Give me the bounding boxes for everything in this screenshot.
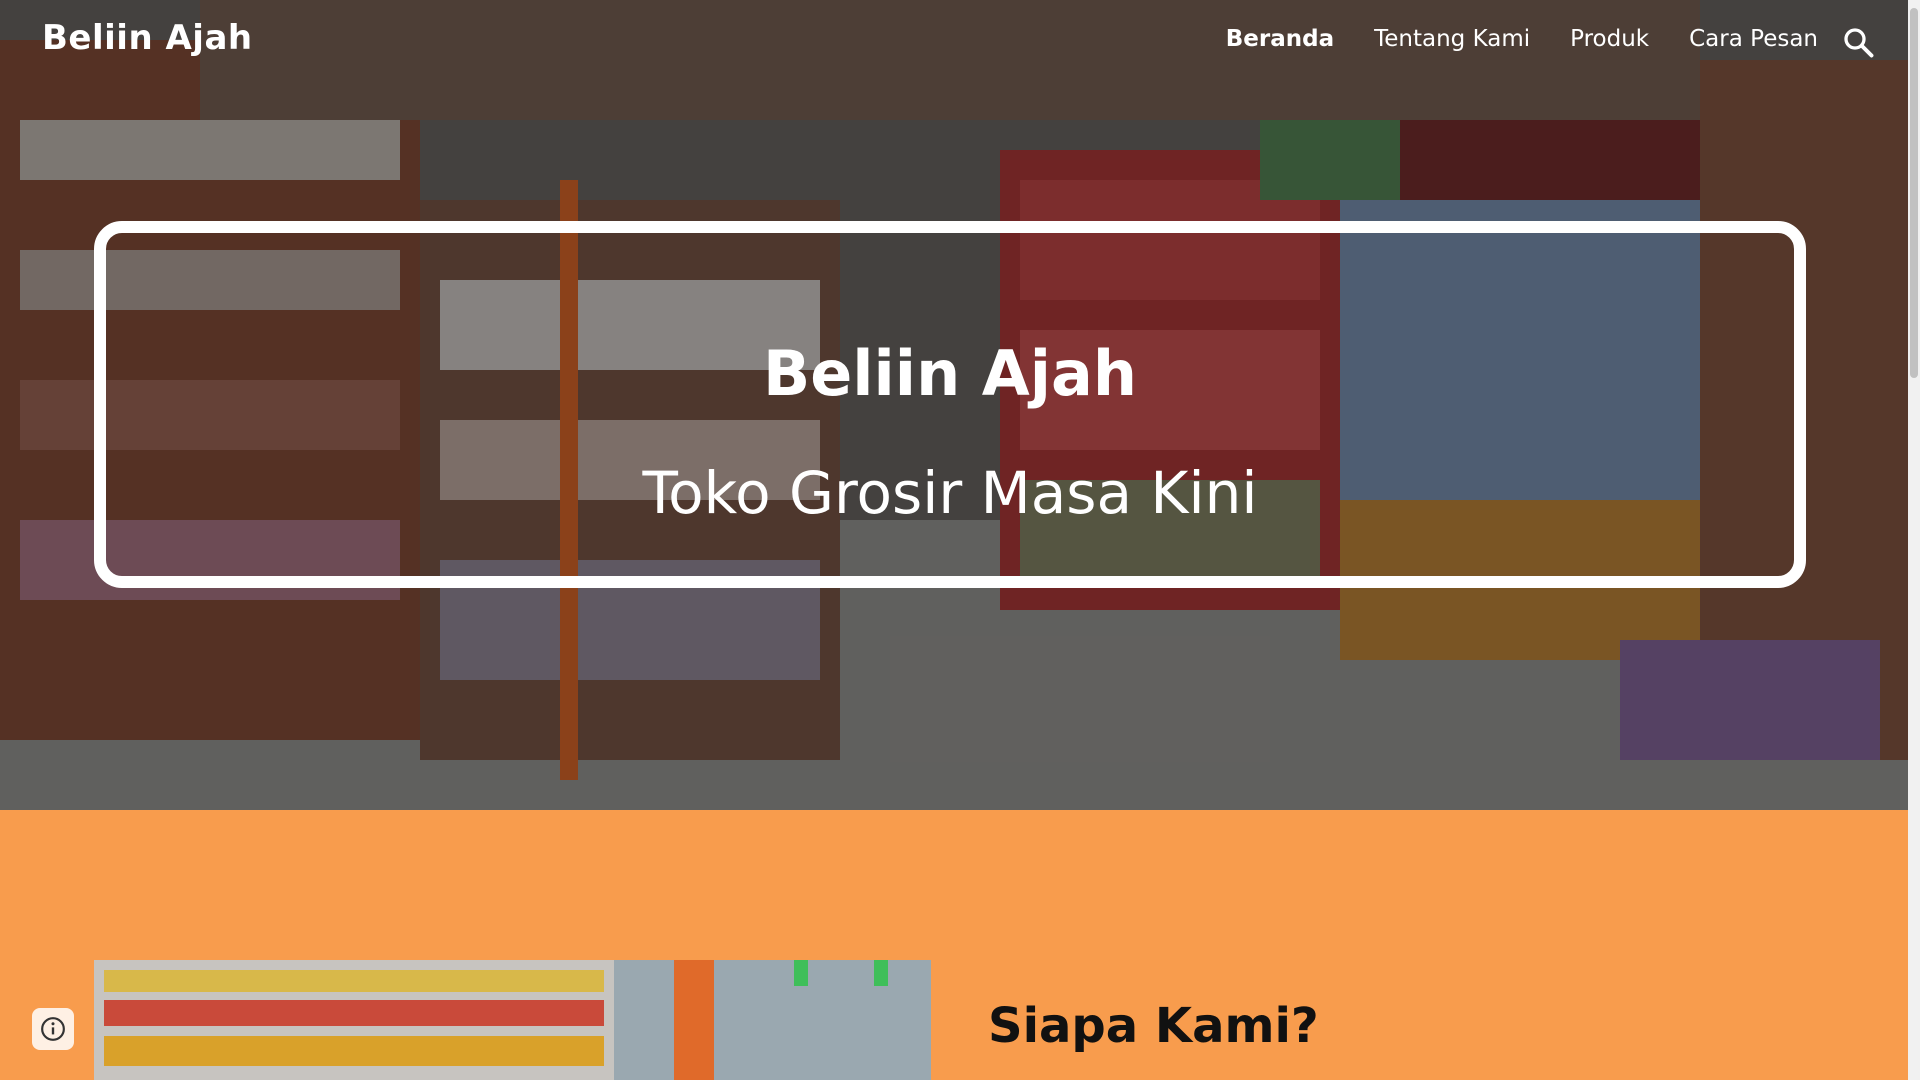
page-scrollbar[interactable]	[1908, 0, 1920, 1080]
info-icon[interactable]	[32, 1008, 74, 1050]
hero-subtitle: Toko Grosir Masa Kini	[642, 459, 1258, 527]
nav-item-tentang-kami[interactable]: Tentang Kami	[1374, 26, 1530, 52]
main-nav: Beranda Tentang Kami Produk Cara Pesan	[1226, 26, 1818, 52]
nav-item-produk[interactable]: Produk	[1570, 26, 1649, 52]
hero-section: Beliin Ajah Beranda Tentang Kami Produk …	[0, 0, 1908, 810]
about-image	[94, 960, 931, 1080]
about-heading: Siapa Kami?	[988, 998, 1319, 1054]
hero-title: Beliin Ajah	[763, 337, 1137, 410]
hero-frame: Beliin Ajah Toko Grosir Masa Kini	[94, 221, 1806, 588]
top-navigation: Beliin Ajah Beranda Tentang Kami Produk …	[0, 0, 1908, 84]
nav-item-beranda[interactable]: Beranda	[1226, 26, 1334, 52]
site-title[interactable]: Beliin Ajah	[42, 18, 253, 58]
scrollbar-thumb[interactable]	[1910, 8, 1918, 378]
nav-item-cara-pesan[interactable]: Cara Pesan	[1689, 26, 1818, 52]
search-icon[interactable]	[1840, 24, 1876, 60]
